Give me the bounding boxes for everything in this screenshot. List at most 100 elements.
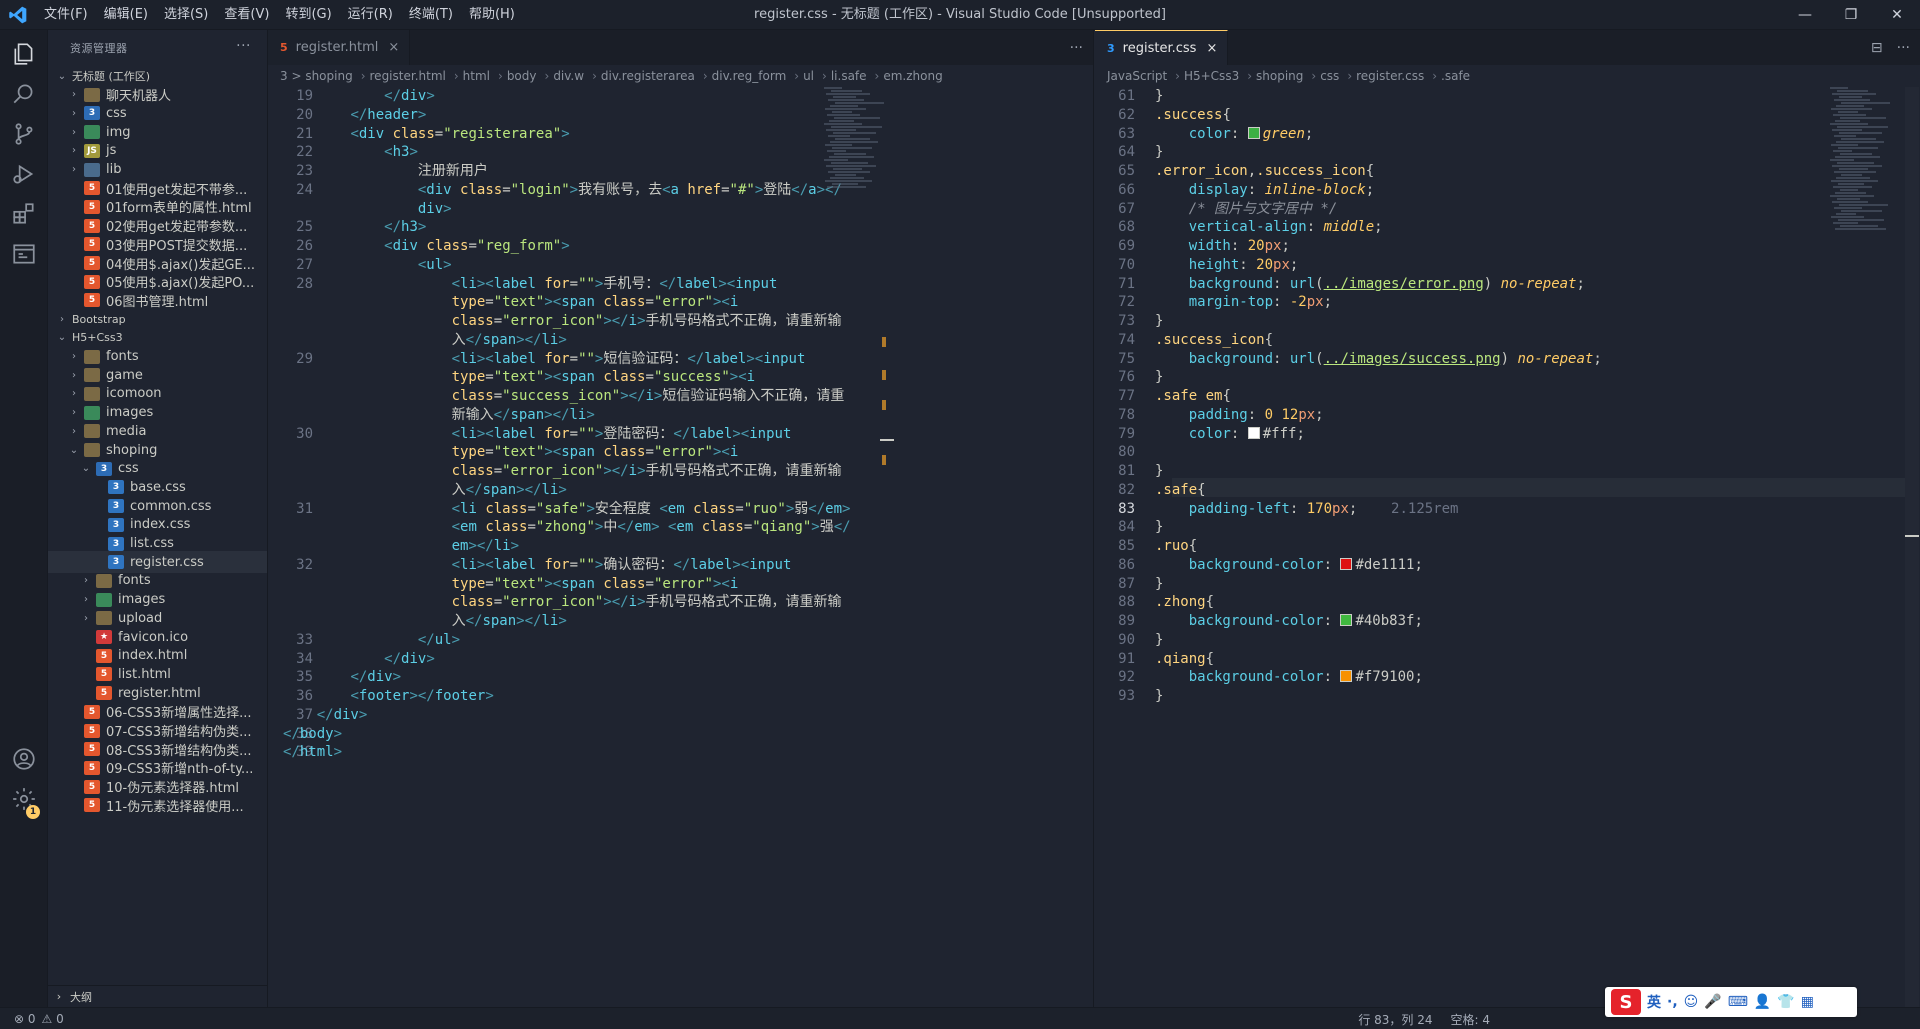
more-actions-icon[interactable]: ··· <box>236 38 251 54</box>
color-swatch-icon[interactable] <box>1340 670 1353 683</box>
code-line: 90} <box>1095 631 1920 650</box>
close-tab-icon[interactable]: × <box>1206 41 1217 56</box>
code-token: 安全程度 <box>594 500 660 517</box>
menu-item[interactable]: 转到(G) <box>277 0 339 30</box>
ime-keyboard-icon[interactable]: ⌨ <box>1728 994 1748 1010</box>
code-text: </header> <box>283 106 426 125</box>
code-line: 65 .error_icon,.success_icon{ <box>1095 162 1920 181</box>
ime-toolbox-icon[interactable]: ▦ <box>1801 994 1814 1010</box>
menu-item[interactable]: 终端(T) <box>401 0 461 30</box>
breadcrumb-item[interactable]: div.w <box>553 69 584 83</box>
tree-file[interactable]: 5 11-伪元素选择器使用... <box>48 794 267 816</box>
ime-voice-icon[interactable]: 🎤 <box>1704 994 1721 1010</box>
close-tab-icon[interactable]: × <box>388 40 399 55</box>
breadcrumb-item[interactable]: div.registerarea <box>601 69 695 83</box>
close-window-button[interactable]: ✕ <box>1874 0 1920 30</box>
breadcrumb-item[interactable]: 3 > shoping <box>280 69 353 83</box>
minimap-line <box>1836 177 1870 179</box>
code-text: </div> <box>283 668 401 687</box>
breadcrumb-item[interactable]: em.zhong <box>883 69 942 83</box>
code-token: li <box>460 500 477 517</box>
breadcrumb-item[interactable]: shoping <box>1256 69 1303 83</box>
ime-punctuation-icon[interactable]: ·, <box>1667 994 1678 1010</box>
code-token: div <box>417 200 444 217</box>
breadcrumb-item[interactable]: register.css <box>1356 69 1424 83</box>
code-line: 83 padding-left: 170px; 2.125rem <box>1095 500 1920 519</box>
code-token: span <box>561 575 595 592</box>
code-token: = <box>493 313 503 329</box>
code-line: 68 vertical-align: middle; <box>1095 218 1920 237</box>
ime-emoji-icon[interactable]: ☺ <box>1684 994 1699 1010</box>
code-text: em></li> <box>283 537 519 556</box>
breadcrumb-item[interactable]: body <box>507 69 537 83</box>
breadcrumb-item[interactable]: .safe <box>1441 69 1470 83</box>
minimize-button[interactable]: — <box>1782 0 1828 30</box>
menu-item[interactable]: 选择(S) <box>156 0 216 30</box>
color-swatch-icon[interactable] <box>1340 557 1353 570</box>
more-actions-icon[interactable]: ··· <box>1897 40 1910 56</box>
minimap[interactable] <box>1830 87 1890 247</box>
split-editor-icon[interactable]: ⊟ <box>1871 40 1883 56</box>
menu-item[interactable]: 运行(R) <box>340 0 401 30</box>
breadcrumb-item[interactable]: css <box>1320 69 1339 83</box>
menu-item[interactable]: 帮助(H) <box>461 0 523 30</box>
code-token: ul <box>434 631 452 648</box>
ime-language-toggle[interactable]: 英 <box>1647 992 1661 1012</box>
warnings-indicator[interactable]: ⚠ 0 <box>42 1012 64 1026</box>
menu-item[interactable]: 查看(V) <box>216 0 277 30</box>
ime-skin-icon[interactable]: 👕 <box>1777 994 1794 1010</box>
breadcrumb-item[interactable]: li.safe <box>831 69 867 83</box>
minimap-line <box>1834 171 1876 173</box>
menu-item[interactable]: 文件(F) <box>36 0 96 30</box>
ime-user-icon[interactable]: 👤 <box>1754 994 1771 1010</box>
code-line: 84} <box>1095 518 1920 537</box>
indentation-setting[interactable]: 空格: 4 <box>1451 1011 1491 1028</box>
restore-button[interactable]: ❐ <box>1828 0 1874 30</box>
scrollbar[interactable] <box>1905 87 1919 1007</box>
explorer-header: 资源管理器 ··· <box>48 30 267 65</box>
code-line: 37 </div> <box>268 706 1093 725</box>
minimap[interactable] <box>824 87 884 247</box>
more-actions-icon[interactable]: ··· <box>1070 40 1083 56</box>
minimap-line <box>1833 222 1858 224</box>
code-token: .success <box>1155 106 1223 123</box>
cursor-position[interactable]: 行 83，列 24 <box>1358 1011 1432 1028</box>
code-token: = <box>645 294 654 311</box>
code-line: 20 </header> <box>268 106 1093 125</box>
breadcrumb-item[interactable]: ul <box>803 69 814 83</box>
errors-indicator[interactable]: ⊗ 0 <box>14 1012 36 1026</box>
settings-gear-icon[interactable]: 1 <box>0 775 48 823</box>
tab-register-css[interactable]: 3 register.css × <box>1095 30 1229 65</box>
code-token: li <box>460 556 477 573</box>
code-token: ></ <box>620 388 646 404</box>
scrollbar[interactable] <box>880 87 894 1007</box>
breadcrumb-item[interactable]: html <box>463 69 490 83</box>
code-line: 28 <li><label for="">手机号：</label><input <box>268 275 1093 294</box>
breadcrumb-item[interactable]: div.reg_form <box>712 69 787 83</box>
breadcrumb-item[interactable]: H5+Css3 <box>1184 69 1239 83</box>
code-text: .success{ <box>1155 106 1231 125</box>
breadcrumb-item[interactable]: register.html <box>370 69 446 83</box>
code-text: type="text"><span class="error"><i <box>283 443 739 462</box>
code-token: < <box>417 181 427 198</box>
line-number: 81 <box>1118 463 1135 479</box>
breadcrumb-item[interactable]: JavaScript <box>1107 69 1167 83</box>
code-token: 20 <box>1256 256 1274 273</box>
color-swatch-icon[interactable] <box>1340 614 1353 626</box>
menu-item[interactable]: 编辑(E) <box>96 0 156 30</box>
code-token: } <box>1155 688 1164 704</box>
outline-section[interactable]: › 大纲 <box>48 985 267 1007</box>
sogou-logo-icon[interactable]: S <box>1611 989 1641 1015</box>
minimap-line <box>827 186 866 188</box>
color-swatch-icon[interactable] <box>1247 126 1260 139</box>
remote-explorer-icon[interactable] <box>0 230 48 278</box>
code-token: "text" <box>493 575 545 592</box>
folder-lib-icon <box>84 162 100 177</box>
code-token: class <box>693 500 736 517</box>
color-swatch-icon[interactable] <box>1247 426 1260 439</box>
code-token: </ <box>316 706 334 723</box>
tab-register-html[interactable]: 5 register.html × <box>268 30 411 65</box>
code-token: 中 <box>603 519 618 536</box>
